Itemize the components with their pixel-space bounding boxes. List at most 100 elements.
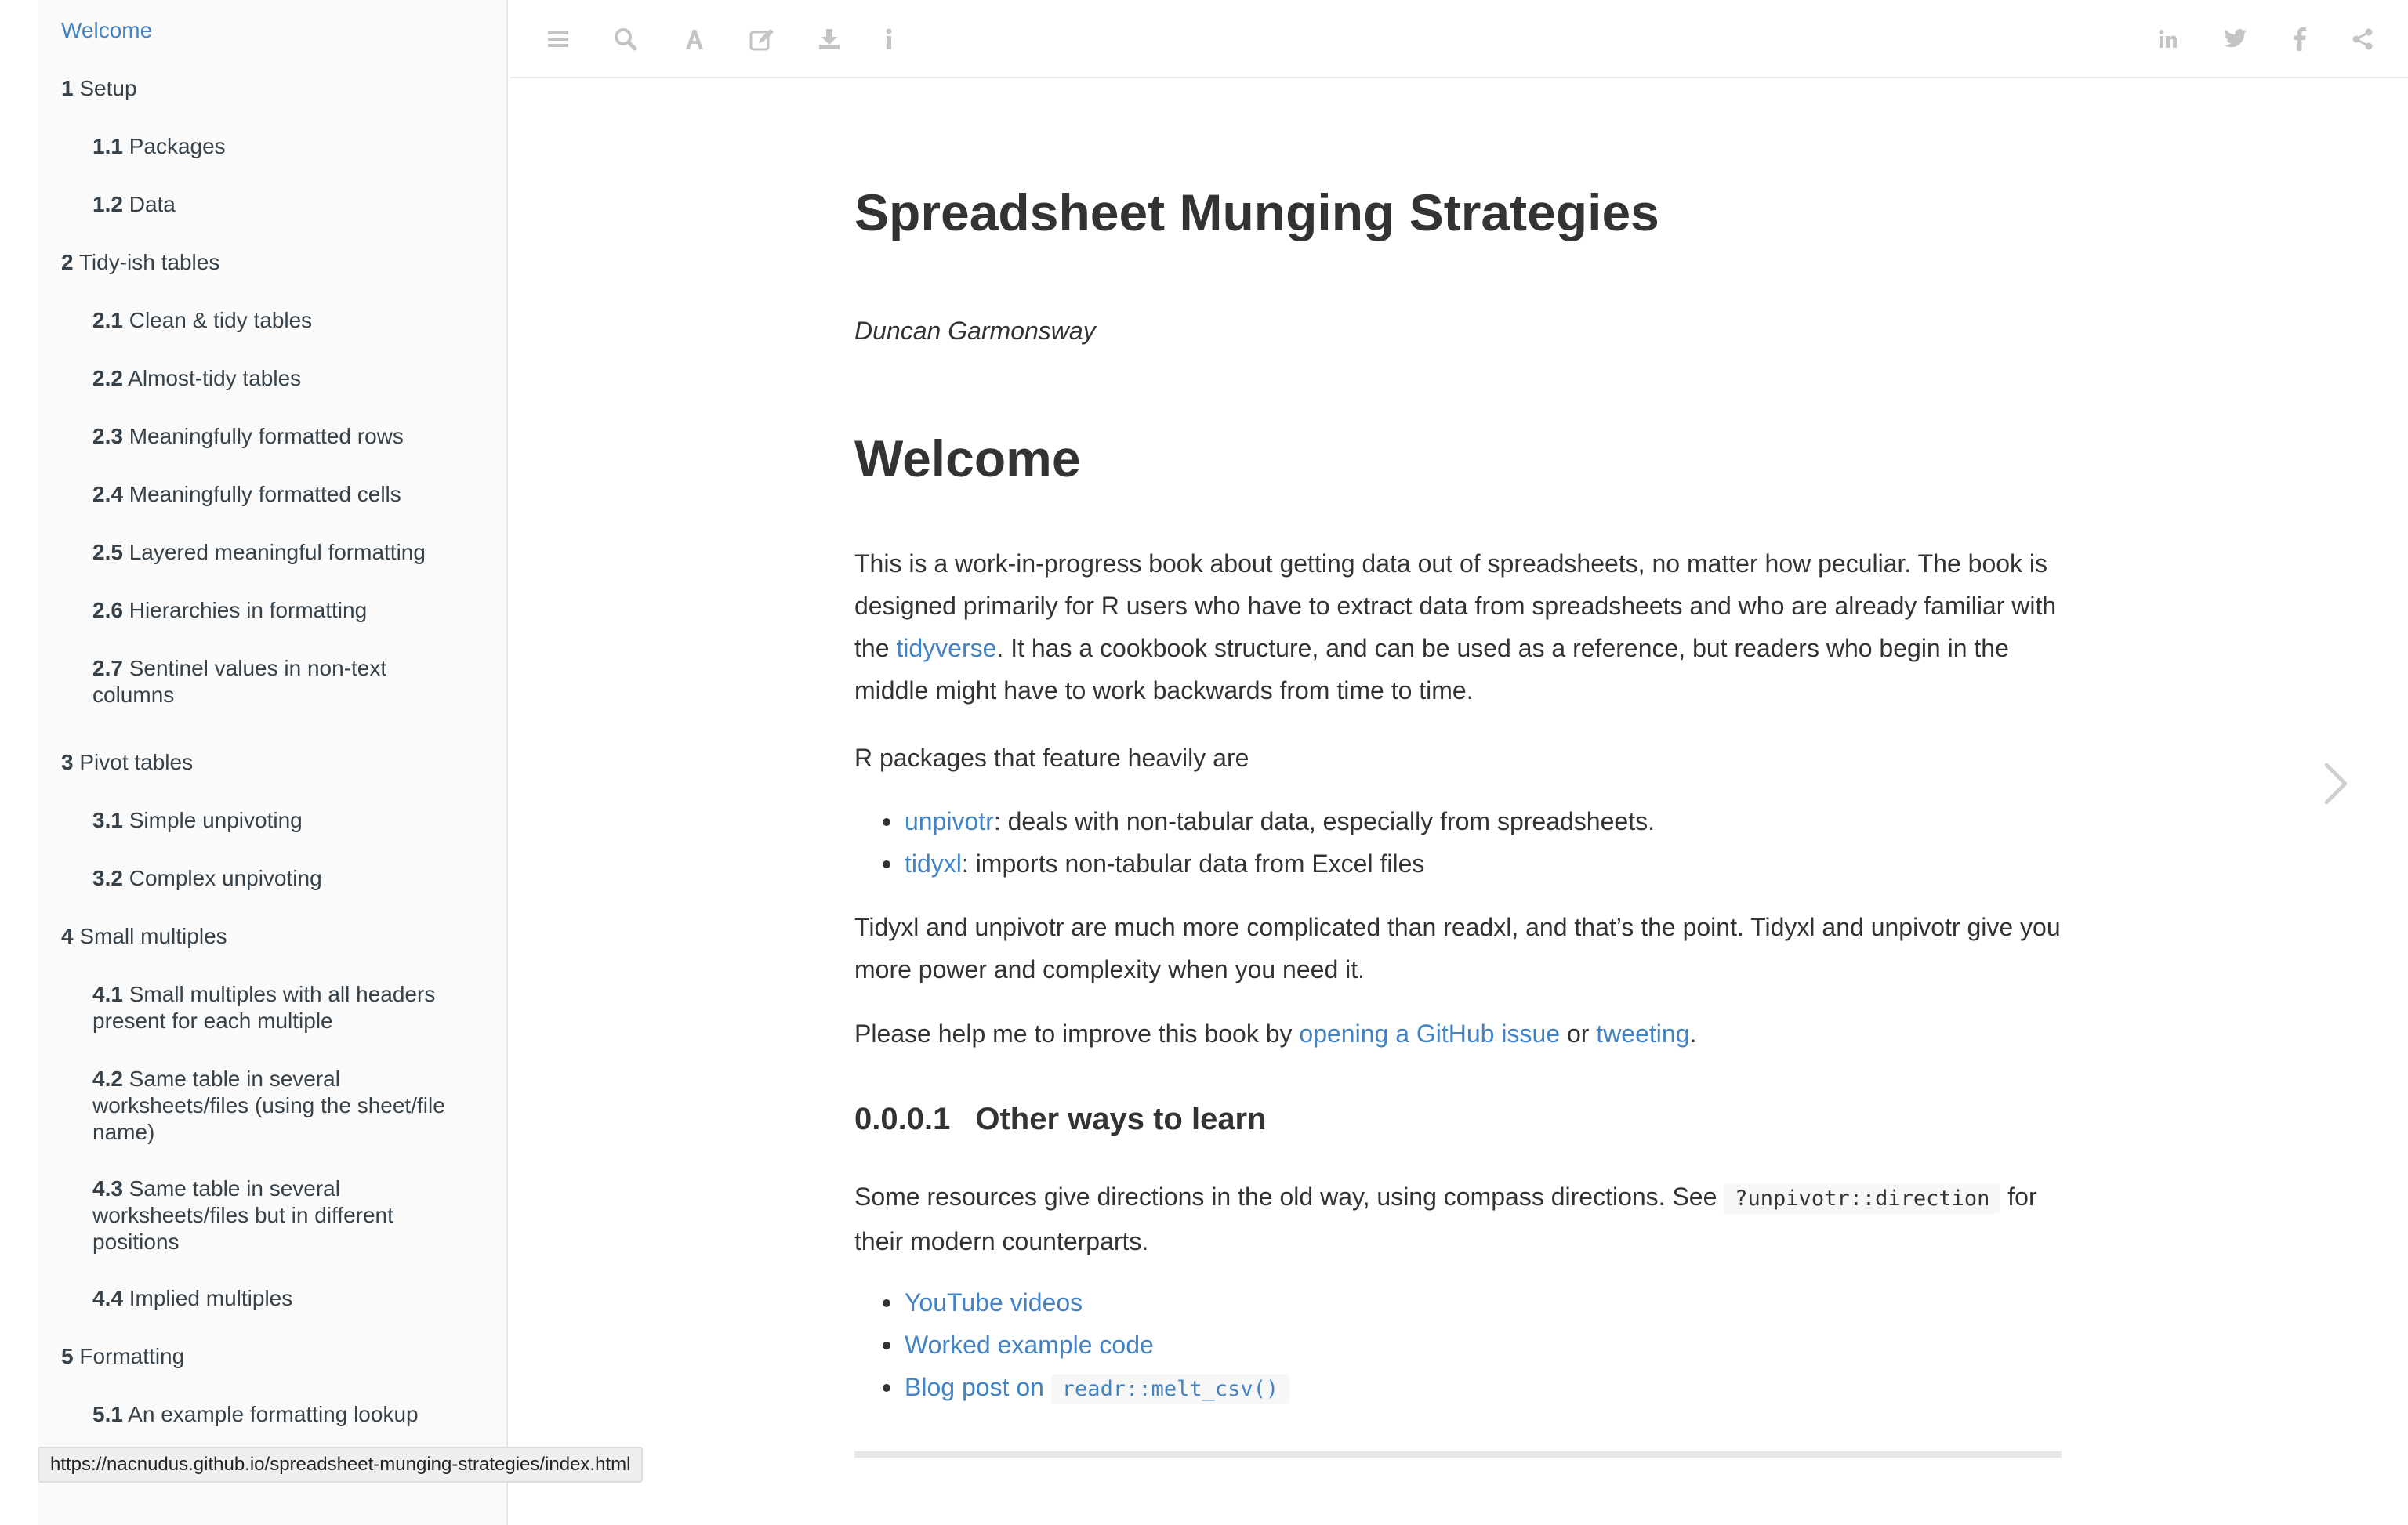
- search-button[interactable]: [608, 22, 643, 56]
- resources-text-start: Some resources give directions in the ol…: [854, 1183, 1724, 1211]
- sidebar-item-number: 2.5: [92, 540, 123, 564]
- sidebar-item[interactable]: 3 Pivot tables: [38, 749, 506, 776]
- blog-post-link[interactable]: Blog post on readr::melt_csv(): [905, 1373, 1290, 1404]
- tweeting-link[interactable]: tweeting: [1596, 1020, 1689, 1048]
- info-icon: [886, 28, 892, 49]
- sidebar-item-label: Layered meaningful formatting: [129, 540, 426, 564]
- sidebar-item-label: Simple unpivoting: [129, 808, 303, 832]
- sidebar-item-number: 3: [61, 750, 74, 774]
- download-button[interactable]: [812, 22, 847, 56]
- github-issue-link[interactable]: opening a GitHub issue: [1299, 1020, 1560, 1048]
- sidebar-item[interactable]: 1.2 Data: [38, 191, 506, 218]
- font-settings-button[interactable]: [677, 22, 712, 56]
- sidebar-item[interactable]: 4.2 Same table in several worksheets/fil…: [38, 1066, 506, 1146]
- help-text-start: Please help me to improve this book by: [854, 1020, 1300, 1048]
- edit-button[interactable]: [745, 22, 779, 56]
- sidebar-item-label: Formatting: [79, 1344, 185, 1368]
- sidebar-item-number: 2.6: [92, 598, 123, 622]
- sidebar-item-label: Clean & tidy tables: [129, 308, 313, 332]
- sidebar-item-label: Implied multiples: [129, 1286, 293, 1310]
- sidebar-item[interactable]: 1 Setup: [38, 75, 506, 102]
- tidyxl-link[interactable]: tidyxl: [905, 849, 962, 878]
- packages-list: unpivotr: deals with non-tabular data, e…: [854, 800, 1655, 885]
- sidebar-item-label: Pivot tables: [79, 750, 194, 774]
- sidebar-item-label: Welcome: [61, 18, 153, 42]
- sidebar-item[interactable]: 4.4 Implied multiples: [38, 1285, 506, 1312]
- sidebar-item-number: 1.2: [92, 192, 123, 216]
- sidebar-item[interactable]: 2.1 Clean & tidy tables: [38, 307, 506, 334]
- sidebar-item-number: 1.1: [92, 134, 123, 158]
- sidebar-item[interactable]: 4.3 Same table in several worksheets/fil…: [38, 1175, 506, 1255]
- tidyverse-link[interactable]: tidyverse: [896, 634, 996, 662]
- toc-toggle-button[interactable]: [541, 22, 575, 56]
- sidebar-item[interactable]: 4.1 Small multiples with all headers pre…: [38, 981, 506, 1034]
- sidebar-item-number: 3.2: [92, 866, 123, 890]
- sidebar-item-label: An example formatting lookup: [128, 1402, 419, 1426]
- sidebar-item-label: Tidy-ish tables: [78, 250, 220, 274]
- list-item: YouTube videos: [854, 1281, 1289, 1324]
- sidebar-item-label: Small multiples: [79, 924, 227, 948]
- facebook-icon: [2294, 27, 2306, 51]
- sidebar-item[interactable]: Welcome: [38, 17, 506, 44]
- sidebar-item[interactable]: 2.2 Almost-tidy tables: [38, 365, 506, 392]
- sidebar-item[interactable]: 2.3 Meaningfully formatted rows: [38, 423, 506, 450]
- book-header-toolbar: [510, 0, 2408, 78]
- sidebar-item-label: Data: [129, 192, 176, 216]
- sidebar: Welcome 1 Setup 1.1 Packages 1.2 Data 2 Tidy…: [38, 0, 508, 1525]
- help-paragraph: Please help me to improve this book by o…: [854, 1012, 2062, 1055]
- sidebar-item-label: Small multiples with all headers present…: [92, 982, 436, 1033]
- unpivotr-link[interactable]: unpivotr: [905, 807, 994, 835]
- sidebar-item[interactable]: 4 Small multiples: [38, 923, 506, 950]
- toc-toggle-icon: [548, 31, 568, 47]
- worked-example-link[interactable]: Worked example code: [905, 1331, 1154, 1359]
- horizontal-rule: [854, 1451, 2062, 1458]
- search-icon: [615, 28, 637, 51]
- twitter-share-button[interactable]: [2218, 22, 2253, 56]
- sidebar-item[interactable]: 3.2 Complex unpivoting: [38, 865, 506, 892]
- welcome-heading: Welcome: [854, 429, 1081, 487]
- sidebar-item[interactable]: 2.5 Layered meaningful formatting: [38, 539, 506, 566]
- sidebar-item[interactable]: 2 Tidy-ish tables: [38, 249, 506, 276]
- download-icon: [819, 29, 840, 49]
- font-settings-icon: [686, 30, 703, 49]
- sidebar-item-label: Packages: [129, 134, 226, 158]
- help-text-end: .: [1689, 1020, 1697, 1048]
- sidebar-item[interactable]: 3.1 Simple unpivoting: [38, 807, 506, 834]
- sidebar-item-number: 2: [61, 250, 74, 274]
- sidebar-item-number: 5: [61, 1344, 74, 1368]
- sidebar-item-number: 1: [61, 76, 74, 100]
- next-page-button[interactable]: [2319, 760, 2353, 807]
- sidebar-item-label: Meaningfully formatted cells: [129, 482, 401, 506]
- list-item: Blog post on readr::melt_csv(): [854, 1366, 1290, 1411]
- linkedin-share-button[interactable]: [2151, 22, 2185, 56]
- section-number: 0.0.0.1: [854, 1102, 951, 1136]
- sidebar-item-label: Complex unpivoting: [129, 866, 322, 890]
- sidebar-item[interactable]: 5 Formatting: [38, 1343, 506, 1370]
- blog-post-label: Blog post on: [905, 1373, 1051, 1401]
- sidebar-item-number: 4: [61, 924, 74, 948]
- sidebar-item-number: 2.4: [92, 482, 123, 506]
- share-button[interactable]: [2345, 22, 2380, 56]
- sidebar-item-label: Meaningfully formatted rows: [129, 424, 404, 448]
- intro-text-end: . It has a cookbook structure, and can b…: [854, 634, 2009, 705]
- list-item: unpivotr: deals with non-tabular data, e…: [854, 800, 1655, 842]
- youtube-videos-link[interactable]: YouTube videos: [905, 1288, 1083, 1317]
- sidebar-item-number: 4.3: [92, 1176, 123, 1201]
- author-name: Duncan Garmonsway: [854, 317, 1096, 345]
- twitter-icon: [2224, 29, 2247, 48]
- sidebar-item-number: 2.7: [92, 656, 123, 680]
- direction-code: ?unpivotr::direction: [1724, 1183, 2001, 1214]
- sidebar-item-number: 2.2: [92, 366, 123, 390]
- sidebar-item-number: 4.2: [92, 1067, 123, 1091]
- list-item: tidyxl: imports non-tabular data from Ex…: [854, 842, 1655, 885]
- linkedin-icon: [2159, 30, 2177, 48]
- resources-list: YouTube videos Worked example code Blog …: [854, 1281, 1290, 1411]
- sidebar-item[interactable]: 1.1 Packages: [38, 133, 506, 160]
- sidebar-item[interactable]: 5.1 An example formatting lookup: [38, 1401, 506, 1428]
- info-button[interactable]: [872, 22, 906, 56]
- intro-paragraph: This is a work-in-progress book about ge…: [854, 542, 2062, 712]
- facebook-share-button[interactable]: [2283, 22, 2317, 56]
- sidebar-item[interactable]: 2.4 Meaningfully formatted cells: [38, 481, 506, 508]
- sidebar-item[interactable]: 2.6 Hierarchies in formatting: [38, 597, 506, 624]
- sidebar-item[interactable]: 2.7 Sentinel values in non-text columns: [38, 655, 506, 708]
